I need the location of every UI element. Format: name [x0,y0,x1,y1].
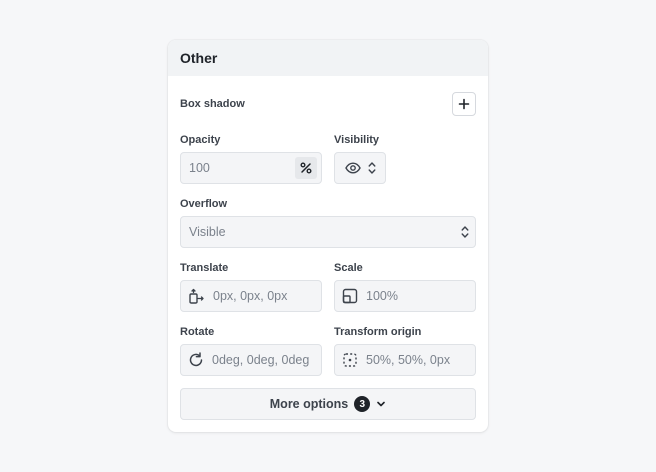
eye-icon [344,162,361,174]
opacity-label: Opacity [180,134,221,146]
more-options-count-badge: 3 [354,396,371,412]
chevron-up-down-icon [461,225,469,239]
panel-title: Other [168,40,488,76]
translate-field[interactable]: 0px, 0px, 0px [180,280,322,312]
visibility-select[interactable] [334,152,386,184]
transform-origin-field[interactable]: 50%, 50%, 0px [334,344,476,376]
scale-field[interactable]: 100% [334,280,476,312]
opacity-unit-button[interactable] [295,157,317,179]
panel-body: Box shadow Opacity 100 Visibility Overfl… [168,76,488,432]
transform-origin-label: Transform origin [334,326,422,338]
plus-icon [458,98,470,110]
more-options-button[interactable]: More options 3 [180,388,476,420]
chevron-up-down-icon [368,161,376,175]
visibility-label: Visibility [334,134,380,146]
scale-value: 100% [366,289,398,303]
rotate-label: Rotate [180,326,215,338]
overflow-select[interactable]: Visible [180,216,476,248]
rotate-field[interactable]: 0deg, 0deg, 0deg [180,344,322,376]
box-shadow-label: Box shadow [180,98,245,110]
more-options-label: More options [269,397,349,411]
translate-icon [188,288,205,305]
other-panel: Other Box shadow Opacity 100 Visibility … [168,40,488,432]
overflow-value: Visible [189,225,226,239]
percent-icon [300,162,312,174]
translate-value: 0px, 0px, 0px [213,289,288,303]
overflow-label: Overflow [180,198,228,210]
scale-icon [342,288,358,304]
scale-label: Scale [334,262,363,274]
chevron-down-icon [376,399,386,409]
transform-origin-value: 50%, 50%, 0px [366,353,451,367]
transform-origin-icon [342,352,358,368]
rotate-value: 0deg, 0deg, 0deg [212,353,310,367]
opacity-value: 100 [189,161,210,175]
opacity-field[interactable]: 100 [180,152,322,184]
rotate-icon [188,352,204,368]
translate-label: Translate [180,262,229,274]
add-box-shadow-button[interactable] [452,92,476,116]
